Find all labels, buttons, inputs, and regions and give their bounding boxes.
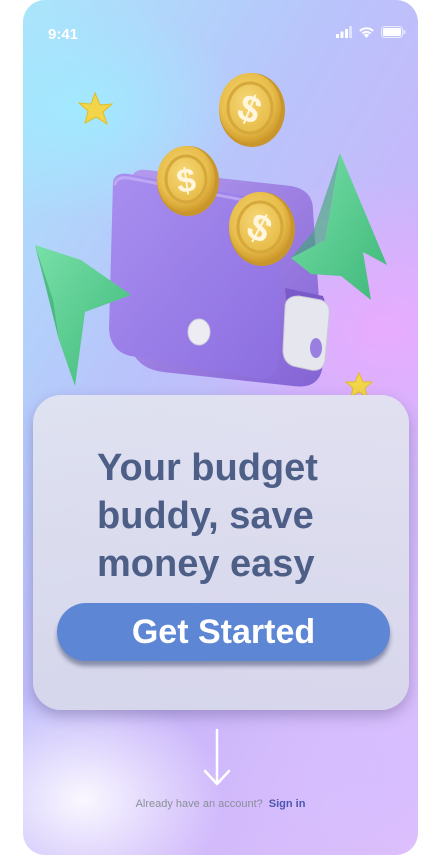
arrow-down-icon: [203, 728, 231, 786]
headline-line: money easy: [97, 543, 315, 585]
battery-icon: [381, 26, 406, 38]
hero-illustration: $ $ $: [35, 73, 387, 399]
status-time: 9:41: [48, 26, 79, 43]
sign-in-link[interactable]: Sign in: [269, 798, 306, 810]
onboarding-card: Your budget buddy, save money easy Get S…: [33, 395, 409, 710]
status-bar: 9:41: [23, 0, 418, 60]
wifi-icon: [359, 27, 374, 38]
headline: Your budget buddy, save money easy: [97, 444, 377, 588]
coin-icon: $: [157, 146, 219, 216]
cellular-signal-icon: [336, 26, 352, 38]
headline-line: buddy, save: [97, 495, 314, 537]
headline-line: Your budget: [97, 447, 318, 489]
signin-prompt: Already have an account?: [135, 798, 263, 810]
star-icon: [77, 91, 114, 126]
star-icon: [344, 371, 374, 399]
screen: 9:41 $ $ $ Your budget buddy, save money…: [23, 0, 418, 855]
status-icons: [336, 26, 406, 38]
coin-icon: $: [229, 192, 295, 266]
get-started-button[interactable]: Get Started: [57, 603, 390, 661]
coin-icon: $: [219, 73, 285, 147]
wallet-graphic: [109, 169, 330, 387]
signin-row: Already have an account? Sign in: [23, 798, 418, 810]
